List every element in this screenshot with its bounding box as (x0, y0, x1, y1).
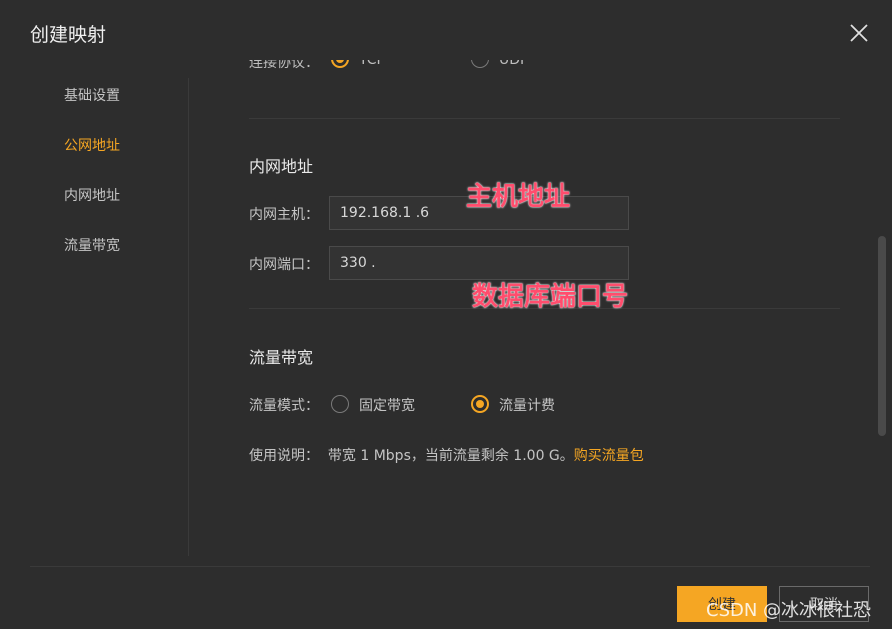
sidebar-item-basic-settings[interactable]: 基础设置 (64, 85, 120, 105)
buy-traffic-link[interactable]: 购买流量包 (574, 448, 644, 464)
sidebar-nav: 基础设置 公网地址 内网地址 流量带宽 (0, 78, 189, 556)
watermark: CSDN @冰冰很社恐 (706, 600, 872, 621)
protocol-udp-text: UDP (499, 60, 529, 68)
close-icon[interactable] (844, 18, 874, 48)
scrollbar[interactable] (878, 236, 886, 436)
dialog-title: 创建映射 (30, 24, 107, 46)
usage-label: 使用说明： (249, 448, 319, 464)
sidebar-item-public-address[interactable]: 公网地址 (64, 135, 120, 155)
footer-divider (30, 566, 870, 567)
usage-info: 使用说明： 带宽 1 Mbps，当前流量剩余 1.00 G。购买流量包 (249, 445, 644, 465)
bandwidth-traffic-radio[interactable] (471, 395, 489, 413)
intranet-port-label: 内网端口： (249, 257, 319, 273)
annotation-host: 主机地址 (466, 182, 571, 212)
sidebar-item-bandwidth[interactable]: 流量带宽 (64, 235, 120, 255)
bandwidth-fixed-text: 固定带宽 (359, 398, 415, 414)
protocol-tcp-radio[interactable] (331, 60, 349, 68)
protocol-label: 连接协议： (249, 60, 319, 71)
protocol-tcp-text: TCP (359, 60, 385, 68)
protocol-udp-radio[interactable] (471, 60, 489, 68)
bandwidth-traffic-text: 流量计费 (499, 398, 555, 414)
usage-text: 带宽 1 Mbps，当前流量剩余 1.00 G。 (327, 448, 574, 464)
intranet-host-label: 内网主机： (249, 207, 319, 223)
bandwidth-mode-label: 流量模式： (249, 398, 319, 414)
sidebar-item-intranet-address[interactable]: 内网地址 (64, 185, 120, 205)
bandwidth-section-title: 流量带宽 (249, 348, 314, 367)
bandwidth-fixed-radio[interactable] (331, 395, 349, 413)
section-divider (249, 118, 840, 119)
create-mapping-dialog: 创建映射 基础设置 公网地址 内网地址 流量带宽 连接协议： TCP UDP 内… (0, 0, 892, 629)
intranet-section-title: 内网地址 (249, 157, 314, 176)
annotation-port: 数据库端口号 (472, 282, 629, 312)
intranet-port-input[interactable]: 330 . (329, 246, 629, 280)
